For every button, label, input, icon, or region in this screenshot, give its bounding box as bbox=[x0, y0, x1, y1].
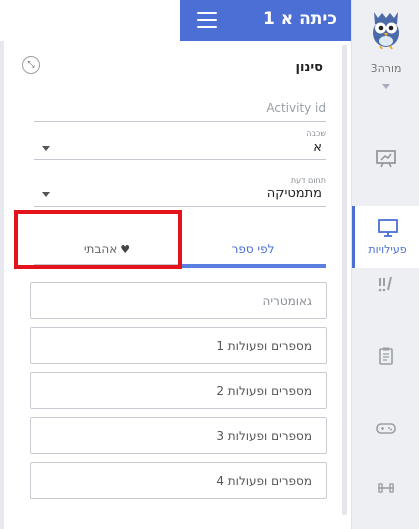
hamburger-icon[interactable] bbox=[197, 12, 217, 28]
list-item[interactable]: גאומטריה bbox=[30, 282, 327, 319]
highlight-box bbox=[14, 210, 182, 269]
class-title: כיתה א 1 bbox=[263, 9, 337, 29]
monitor-icon bbox=[377, 219, 398, 237]
scores-icon bbox=[378, 276, 392, 292]
activity-id-placeholder: Activity id bbox=[266, 101, 326, 115]
subject-label: תחום דעת bbox=[290, 176, 326, 185]
list-item[interactable]: מספרים ופעולות 3 bbox=[30, 417, 327, 454]
list-item[interactable]: מספרים ופעולות 1 bbox=[30, 327, 327, 364]
subject-select[interactable]: תחום דעת מתמטיקה bbox=[34, 175, 326, 207]
teacher-name[interactable]: מורה3 bbox=[352, 62, 419, 75]
nav-presentation[interactable] bbox=[352, 136, 419, 198]
nav-tasks[interactable] bbox=[352, 334, 419, 396]
panel-edge bbox=[0, 41, 4, 529]
top-bar: כיתה א 1 bbox=[180, 0, 351, 41]
chevron-down-icon[interactable] bbox=[382, 84, 390, 89]
nav-games[interactable] bbox=[352, 406, 419, 468]
grade-select[interactable]: שכבה א bbox=[34, 128, 326, 160]
grade-value: א bbox=[313, 140, 322, 155]
nav-activities[interactable]: פעילויות bbox=[352, 206, 419, 268]
scrollbar[interactable] bbox=[342, 45, 347, 515]
collapse-arrows-icon[interactable]: ⤡ bbox=[22, 56, 40, 74]
presentation-board-icon bbox=[376, 150, 396, 168]
subject-value: מתמטיקה bbox=[266, 186, 322, 201]
list-item[interactable]: מספרים ופעולות 4 bbox=[30, 462, 327, 499]
filter-title: סינון bbox=[295, 60, 323, 75]
activity-id-field[interactable]: Activity id bbox=[34, 96, 326, 122]
owl-logo-icon bbox=[373, 12, 399, 50]
list-item[interactable]: מספרים ופעולות 2 bbox=[30, 372, 327, 409]
nav-activities-label: פעילויות bbox=[368, 243, 407, 256]
tab-by-book[interactable]: לפי ספר bbox=[180, 234, 326, 268]
chevron-down-icon bbox=[42, 146, 50, 151]
dumbbell-icon bbox=[378, 483, 394, 493]
clipboard-icon bbox=[379, 347, 393, 365]
nav-scores[interactable] bbox=[352, 262, 419, 324]
grade-label: שכבה bbox=[306, 129, 326, 138]
main-panel: כיתה א 1 סינון ⤡ Activity id שכבה א תחום… bbox=[0, 0, 351, 529]
chevron-down-icon bbox=[42, 192, 50, 197]
tab-by-book-label: לפי ספר bbox=[231, 242, 275, 256]
nav-fitness[interactable] bbox=[352, 466, 419, 528]
sidebar: מורה3 פעילויות bbox=[351, 0, 419, 529]
gamepad-icon bbox=[376, 423, 396, 434]
book-list: גאומטריה מספרים ופעולות 1 מספרים ופעולות… bbox=[30, 282, 327, 507]
